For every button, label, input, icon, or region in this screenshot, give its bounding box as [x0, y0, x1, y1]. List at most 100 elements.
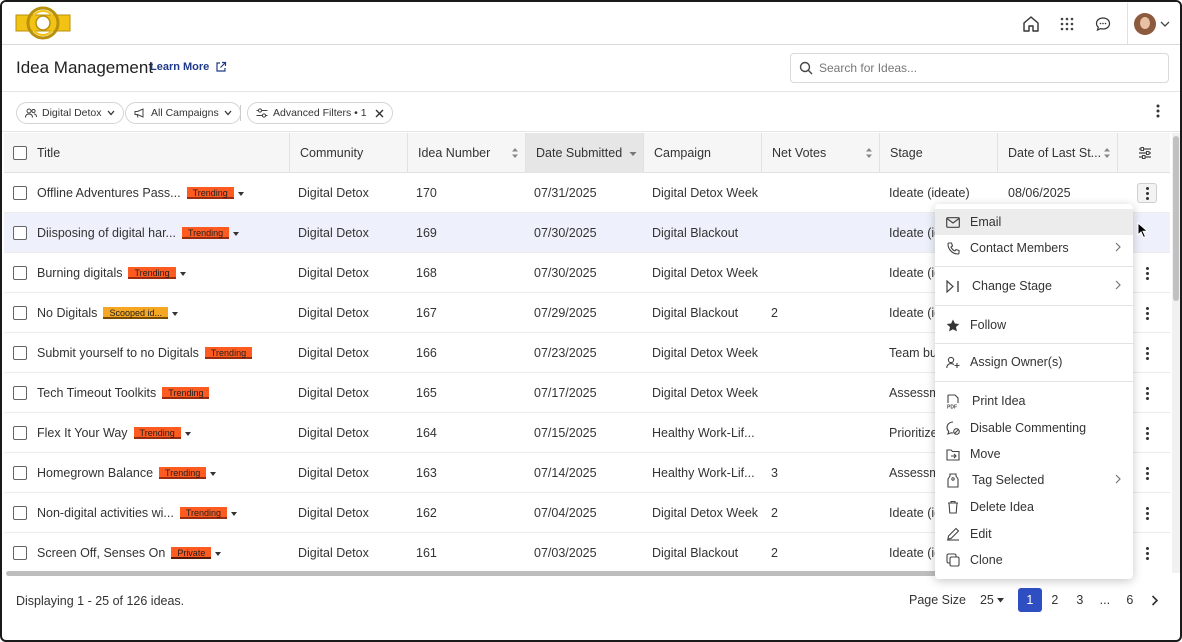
menu-item-change-stage[interactable]: Change Stage [935, 273, 1133, 299]
menu-item-assign-owner[interactable]: Assign Owner(s) [935, 349, 1133, 375]
user-menu[interactable] [1134, 12, 1180, 35]
menu-item-move[interactable]: Move [935, 441, 1133, 467]
idea-number-cell: 162 [416, 506, 437, 520]
idea-title-cell[interactable]: Flex It Your Way Trending [37, 413, 287, 453]
campaign-filter[interactable]: All Campaigns [125, 102, 241, 124]
column-date-submitted[interactable]: Date Submitted [526, 133, 644, 173]
learn-more-link[interactable]: Learn More [150, 61, 227, 73]
row-checkbox[interactable] [13, 466, 27, 480]
vertical-scrollbar[interactable] [1173, 136, 1179, 301]
row-actions-button[interactable] [1137, 343, 1157, 363]
advanced-filters-chip[interactable]: Advanced Filters • 1 [247, 102, 393, 124]
avatar[interactable] [1134, 12, 1156, 35]
company-logo[interactable] [14, 6, 72, 40]
row-actions-button[interactable] [1137, 423, 1157, 443]
idea-title[interactable]: Offline Adventures Pass... [37, 186, 181, 200]
idea-title-cell[interactable]: No Digitals Scooped id... [37, 293, 287, 333]
menu-item-print-idea[interactable]: PDF Print Idea [935, 388, 1133, 414]
page-button-3[interactable]: 3 [1068, 588, 1092, 612]
menu-item-tag-selected[interactable]: Tag Selected [935, 467, 1133, 493]
row-checkbox[interactable] [13, 306, 27, 320]
column-stage[interactable]: Stage [880, 133, 998, 173]
search-input[interactable] [819, 61, 1149, 75]
idea-title-cell[interactable]: Burning digitals Trending [37, 253, 287, 293]
menu-item-email[interactable]: Email [935, 209, 1133, 235]
idea-title[interactable]: Tech Timeout Toolkits [37, 386, 156, 400]
menu-item-contact-members[interactable]: Contact Members [935, 235, 1133, 261]
idea-title[interactable]: Submit yourself to no Digitals [37, 346, 199, 360]
row-actions-button[interactable] [1137, 303, 1157, 323]
row-actions-button[interactable] [1137, 503, 1157, 523]
column-community[interactable]: Community [290, 133, 408, 173]
idea-title-cell[interactable]: Submit yourself to no Digitals Trending [37, 333, 287, 373]
idea-title-cell[interactable]: Non-digital activities wi... Trending [37, 493, 287, 533]
column-idea-number[interactable]: Idea Number [408, 133, 526, 173]
community-filter[interactable]: Digital Detox [16, 102, 124, 124]
row-checkbox[interactable] [13, 186, 27, 200]
idea-title-cell[interactable]: Homegrown Balance Trending [37, 453, 287, 493]
badge-dropdown-icon[interactable] [231, 512, 238, 516]
idea-title-cell[interactable]: Screen Off, Senses On Private [37, 533, 287, 570]
idea-title-cell[interactable]: Tech Timeout Toolkits Trending [37, 373, 287, 413]
badge-dropdown-icon[interactable] [179, 272, 186, 276]
page-button-1[interactable]: 1 [1017, 588, 1042, 612]
idea-title-cell[interactable]: Diisposing of digital har... Trending [37, 213, 287, 253]
row-actions-button[interactable] [1137, 543, 1157, 563]
badge-dropdown-icon[interactable] [210, 472, 217, 476]
search-box[interactable] [790, 53, 1169, 83]
idea-title[interactable]: Homegrown Balance [37, 466, 153, 480]
sort-icon[interactable] [1103, 147, 1111, 159]
idea-title[interactable]: Flex It Your Way [37, 426, 128, 440]
filter-bar: Digital Detox All Campaigns Advanced Fil… [2, 92, 1180, 132]
badge-dropdown-icon[interactable] [237, 192, 244, 196]
home-icon[interactable] [1013, 2, 1049, 45]
idea-title[interactable]: Non-digital activities wi... [37, 506, 174, 520]
badge-dropdown-icon[interactable] [184, 432, 191, 436]
page-size-select[interactable]: 25 [980, 593, 1004, 607]
row-checkbox[interactable] [13, 226, 27, 240]
apps-grid-icon[interactable] [1049, 2, 1085, 45]
campaign-cell: Digital Detox Week [652, 346, 759, 360]
column-campaign[interactable]: Campaign [644, 133, 762, 173]
sort-icon[interactable] [865, 147, 873, 159]
row-actions-button[interactable] [1137, 383, 1157, 403]
row-checkbox[interactable] [13, 546, 27, 560]
row-actions-button[interactable] [1137, 463, 1157, 483]
menu-item-follow[interactable]: Follow [935, 312, 1133, 338]
column-stage-label: Stage [890, 146, 923, 160]
idea-title[interactable]: Diisposing of digital har... [37, 226, 176, 240]
idea-title[interactable]: Burning digitals [37, 266, 122, 280]
badge-dropdown-icon[interactable] [233, 232, 240, 236]
chat-icon[interactable] [1085, 2, 1121, 45]
idea-title[interactable]: Screen Off, Senses On [37, 546, 165, 560]
badge-dropdown-icon[interactable] [215, 552, 222, 556]
page-ellipsis: ... [1099, 593, 1111, 607]
next-page-button[interactable] [1143, 588, 1167, 612]
menu-item-disable-commenting[interactable]: Disable Commenting [935, 415, 1133, 441]
close-icon[interactable] [375, 109, 384, 118]
row-actions-button[interactable] [1137, 263, 1157, 283]
row-checkbox[interactable] [13, 386, 27, 400]
more-options-icon[interactable] [1156, 104, 1160, 118]
row-checkbox[interactable] [13, 266, 27, 280]
row-checkbox[interactable] [13, 426, 27, 440]
page-button-2[interactable]: 2 [1043, 588, 1067, 612]
idea-title-cell[interactable]: Offline Adventures Pass... Trending [37, 173, 287, 213]
select-all-checkbox[interactable] [13, 146, 27, 160]
column-settings-icon[interactable] [1138, 146, 1152, 160]
idea-title[interactable]: No Digitals [37, 306, 97, 320]
column-date-last-stage[interactable]: Date of Last St... [998, 133, 1118, 173]
sort-icon[interactable] [511, 147, 519, 159]
badge-dropdown-icon[interactable] [171, 312, 178, 316]
row-checkbox[interactable] [13, 506, 27, 520]
page-button-6[interactable]: 6 [1118, 588, 1142, 612]
column-title[interactable]: Title [4, 133, 290, 173]
idea-number-cell: 161 [416, 546, 437, 560]
menu-item-clone[interactable]: Clone [935, 547, 1133, 573]
menu-item-delete-idea[interactable]: Delete Idea [935, 494, 1133, 520]
row-actions-button[interactable] [1137, 183, 1157, 203]
menu-item-edit[interactable]: Edit [935, 521, 1133, 547]
row-checkbox[interactable] [13, 346, 27, 360]
sort-desc-icon[interactable] [629, 147, 637, 159]
column-net-votes[interactable]: Net Votes [762, 133, 880, 173]
